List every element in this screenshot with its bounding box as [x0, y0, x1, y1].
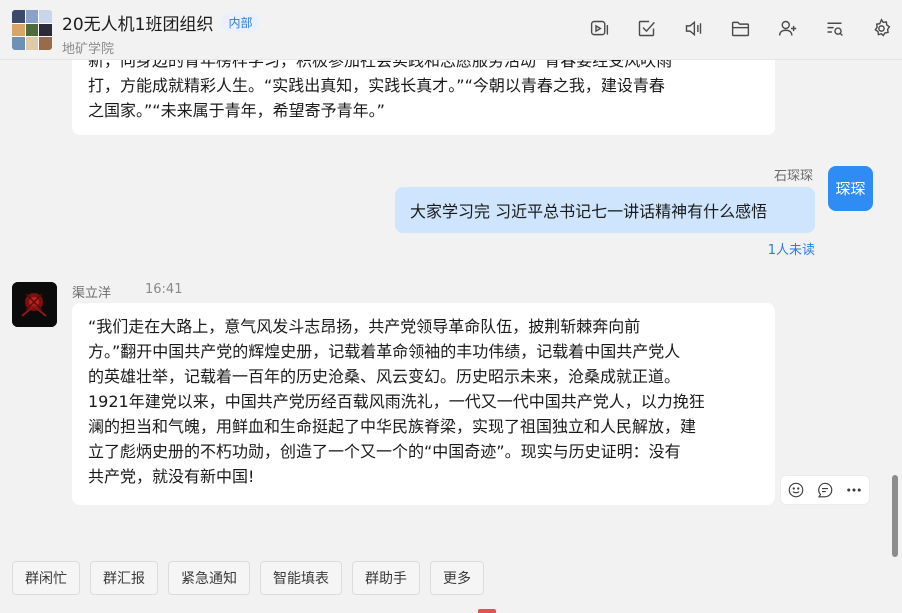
message-actions [780, 475, 870, 505]
more-icon[interactable] [843, 479, 865, 501]
speaker-icon[interactable] [682, 17, 704, 39]
quick-button-busy-status[interactable]: 群闲忙 [12, 561, 80, 595]
chat-header: 20无人机1班团组织 内部 地矿学院 [0, 0, 902, 60]
input-indicator [478, 609, 496, 613]
message-text: 新，向身边的青年榜样学习，积极参加社会实践和志愿服务活动“青春要经受风吹雨 打，… [88, 60, 673, 120]
reply-icon[interactable] [814, 479, 836, 501]
folder-icon[interactable] [729, 17, 751, 39]
sender-name: 石琛琛 [773, 169, 813, 184]
read-status-link[interactable]: 1人未读 [768, 239, 815, 258]
quick-button-more[interactable]: 更多 [430, 561, 484, 595]
avatar[interactable]: 琛琛 [828, 166, 873, 211]
title-block: 20无人机1班团组织 内部 地矿学院 [62, 10, 260, 57]
message-text: “我们走在大路上，意气风发斗志昂扬，共产党领导革命队伍，披荆斩棘奔向前 方。”翻… [88, 317, 705, 486]
add-member-icon[interactable] [776, 17, 798, 39]
message-bubble[interactable]: “我们走在大路上，意气风发斗志昂扬，共产党领导革命队伍，披荆斩棘奔向前 方。”翻… [72, 303, 775, 505]
message-text: 大家学习完 习近平总书记七一讲话精神有什么感悟 [410, 202, 768, 221]
avatar[interactable] [12, 282, 57, 327]
internal-badge: 内部 [221, 13, 260, 32]
quick-button-smart-form[interactable]: 智能填表 [260, 561, 342, 595]
checkbox-icon[interactable] [635, 17, 657, 39]
avatar-image [12, 282, 57, 327]
settings-icon[interactable] [870, 17, 892, 39]
emoji-icon[interactable] [785, 479, 807, 501]
message-list[interactable]: 新，向身边的青年榜样学习，积极参加社会实践和志愿服务活动“青春要经受风吹雨 打，… [0, 60, 902, 550]
quick-action-bar: 群闲忙 群汇报 紧急通知 智能填表 群助手 更多 [12, 561, 484, 595]
group-avatar[interactable] [12, 10, 52, 50]
header-toolbar [588, 17, 892, 39]
group-subtitle: 地矿学院 [62, 42, 115, 57]
message-time: 16:41 [145, 282, 183, 297]
scrollbar-thumb[interactable] [892, 475, 898, 557]
sender-name: 渠立洋 [72, 286, 112, 301]
quick-button-group-assistant[interactable]: 群助手 [352, 561, 420, 595]
quick-button-report[interactable]: 群汇报 [90, 561, 158, 595]
quick-button-urgent-notice[interactable]: 紧急通知 [168, 561, 250, 595]
search-history-icon[interactable] [823, 17, 845, 39]
video-icon[interactable] [588, 17, 610, 39]
message-bubble[interactable]: 新，向身边的青年榜样学习，积极参加社会实践和志愿服务活动“青春要经受风吹雨 打，… [72, 60, 775, 135]
group-title[interactable]: 20无人机1班团组织 [62, 10, 213, 35]
message-bubble-self[interactable]: 大家学习完 习近平总书记七一讲话精神有什么感悟 [395, 187, 815, 233]
